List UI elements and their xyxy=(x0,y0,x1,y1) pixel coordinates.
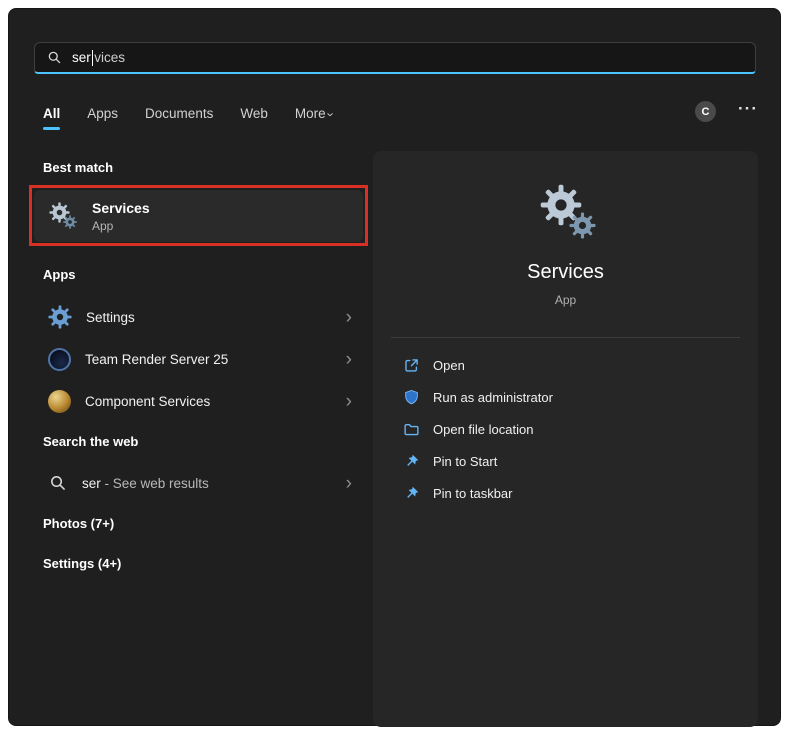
action-label: Open file location xyxy=(433,422,533,437)
apps-section-header: Apps xyxy=(43,267,76,282)
text-caret xyxy=(92,50,94,66)
search-text: ser vices xyxy=(72,50,125,66)
user-avatar[interactable]: C xyxy=(695,101,716,122)
best-match-result-services[interactable]: Services App xyxy=(34,190,363,242)
list-item-component-services[interactable]: Component Services › xyxy=(34,380,364,422)
tab-more-label: More xyxy=(295,106,326,121)
team-render-server-icon xyxy=(48,348,71,371)
web-suffix: - See web results xyxy=(101,476,209,491)
best-match-header: Best match xyxy=(43,160,113,175)
web-query: ser xyxy=(82,476,101,491)
search-web-header: Search the web xyxy=(43,434,138,449)
list-item-label: Settings xyxy=(86,310,135,325)
tab-apps[interactable]: Apps xyxy=(87,106,118,121)
best-match-title: Services xyxy=(92,200,150,216)
action-pin-to-start[interactable]: Pin to Start xyxy=(373,445,758,477)
list-item-label: Component Services xyxy=(85,394,210,409)
open-icon xyxy=(403,357,420,374)
services-gears-icon xyxy=(48,201,78,231)
tab-documents[interactable]: Documents xyxy=(145,106,213,121)
settings-section-header[interactable]: Settings (4+) xyxy=(43,556,121,571)
search-typed-text: ser xyxy=(72,50,91,65)
chevron-right-icon: › xyxy=(346,308,352,327)
pin-icon xyxy=(403,485,420,502)
search-filter-tabs: All Apps Documents Web More› xyxy=(43,103,333,123)
list-item-web-search[interactable]: ser - See web results › xyxy=(34,462,364,504)
preview-pane: Services App Open Run as administrator xyxy=(373,151,758,727)
tab-web[interactable]: Web xyxy=(240,106,268,121)
search-completion-text: vices xyxy=(94,50,125,65)
search-input[interactable]: ser vices xyxy=(34,42,756,74)
settings-gear-icon xyxy=(48,305,72,329)
folder-icon xyxy=(403,421,420,438)
pin-icon xyxy=(403,453,420,470)
action-run-as-administrator[interactable]: Run as administrator xyxy=(373,381,758,413)
photos-section-header[interactable]: Photos (7+) xyxy=(43,516,114,531)
start-search-panel: ser vices All Apps Documents Web More› C… xyxy=(8,8,781,726)
component-services-icon xyxy=(48,390,71,413)
best-match-text: Services App xyxy=(92,200,150,233)
preview-subtitle: App xyxy=(373,293,758,307)
best-match-subtitle: App xyxy=(92,219,150,233)
divider xyxy=(391,337,740,338)
windows-search-screen: { "colors": { "accent": "#4cc2ff", "anno… xyxy=(0,0,789,734)
action-label: Pin to Start xyxy=(433,454,497,469)
search-icon xyxy=(48,474,68,492)
chevron-down-icon: › xyxy=(323,112,338,116)
preview-actions: Open Run as administrator Open file loca… xyxy=(373,349,758,509)
preview-title: Services xyxy=(373,261,758,284)
more-options-button[interactable]: ··· xyxy=(731,99,765,119)
tab-all[interactable]: All xyxy=(43,106,60,121)
web-search-label: ser - See web results xyxy=(82,476,209,491)
search-icon xyxy=(47,50,62,65)
services-gears-icon-large xyxy=(534,181,598,245)
chevron-right-icon: › xyxy=(346,392,352,411)
admin-shield-icon xyxy=(403,389,420,406)
list-item-label: Team Render Server 25 xyxy=(85,352,228,367)
action-label: Open xyxy=(433,358,465,373)
list-item-team-render-server[interactable]: Team Render Server 25 › xyxy=(34,338,364,380)
chevron-right-icon: › xyxy=(346,474,352,493)
preview-icon-wrap xyxy=(373,181,758,245)
action-label: Run as administrator xyxy=(433,390,553,405)
action-open-file-location[interactable]: Open file location xyxy=(373,413,758,445)
chevron-right-icon: › xyxy=(346,350,352,369)
tab-more[interactable]: More› xyxy=(295,106,333,121)
action-pin-to-taskbar[interactable]: Pin to taskbar xyxy=(373,477,758,509)
action-open[interactable]: Open xyxy=(373,349,758,381)
list-item-settings[interactable]: Settings › xyxy=(34,296,364,338)
action-label: Pin to taskbar xyxy=(433,486,513,501)
